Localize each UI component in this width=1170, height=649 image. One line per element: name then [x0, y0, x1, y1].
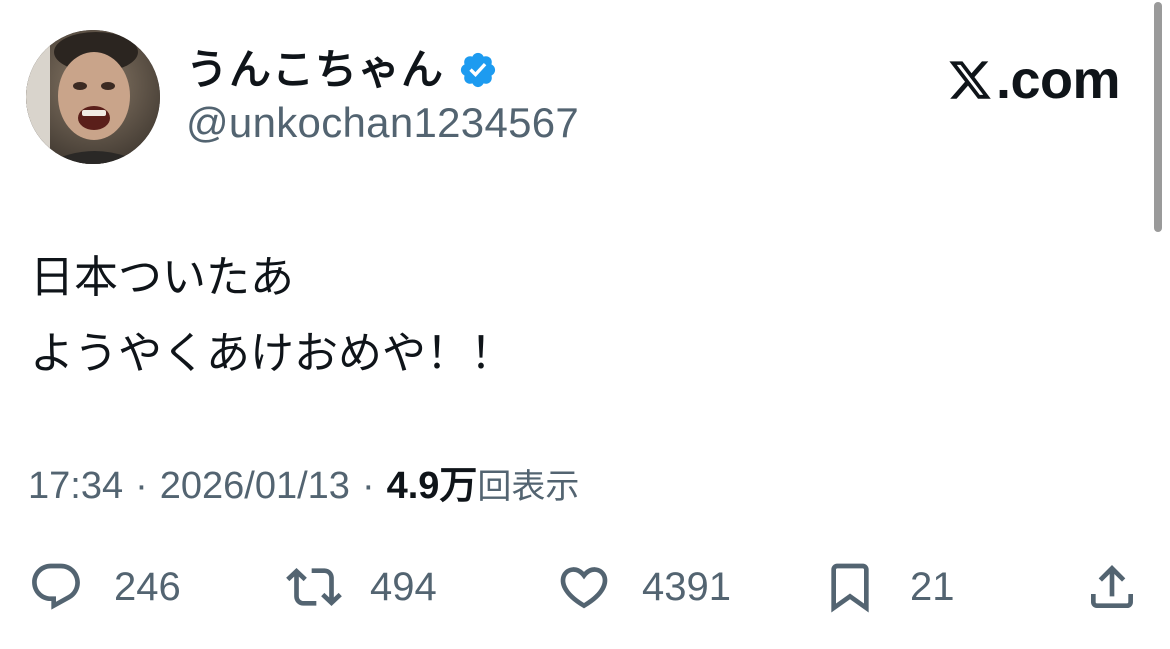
scrollbar[interactable]: [1154, 2, 1162, 232]
heart-icon: [560, 567, 608, 609]
reply-count: 246: [114, 565, 181, 609]
author-name-row[interactable]: うんこちゃん: [186, 40, 498, 100]
repost-button[interactable]: 494: [286, 555, 437, 619]
reply-icon: [32, 563, 80, 610]
verified-badge-icon[interactable]: [458, 50, 498, 90]
tweet-text: 日本ついたあ ようやくあけおめや！！: [30, 240, 514, 392]
avatar[interactable]: [26, 30, 160, 164]
share-icon: [1091, 565, 1133, 608]
bookmark-count: 21: [910, 565, 955, 609]
brand-domain-text: .com: [995, 50, 1121, 110]
brand-logo: .com: [946, 50, 1121, 110]
tweet-line: ようやくあけおめや！！: [30, 328, 514, 379]
reply-button[interactable]: 246: [28, 555, 181, 619]
action-bar: 246 494 4391 21: [0, 555, 1170, 619]
like-count: 4391: [642, 565, 731, 609]
views-label: 回表示: [477, 467, 580, 507]
tweet-meta: 17:34 · 2026/01/13 · 4.9万回表示: [28, 462, 579, 511]
meta-separator: ·: [361, 465, 375, 507]
bookmark-button[interactable]: 21: [822, 555, 955, 619]
display-name[interactable]: うんこちゃん: [186, 49, 444, 91]
tweet-date[interactable]: 2026/01/13: [160, 465, 350, 507]
x-logo-icon: [949, 61, 991, 99]
author-handle[interactable]: @unkochan1234567: [186, 99, 579, 146]
profile-photo: [26, 30, 160, 164]
bookmark-icon: [831, 563, 869, 613]
like-button[interactable]: 4391: [556, 555, 731, 619]
tweet-line: 日本ついたあ: [30, 252, 294, 303]
views-count[interactable]: 4.9万: [387, 465, 478, 507]
repost-count: 494: [370, 565, 437, 609]
repost-icon: [286, 568, 342, 606]
tweet-time[interactable]: 17:34: [28, 465, 123, 507]
share-button[interactable]: [1084, 555, 1140, 619]
meta-separator: ·: [135, 465, 148, 507]
